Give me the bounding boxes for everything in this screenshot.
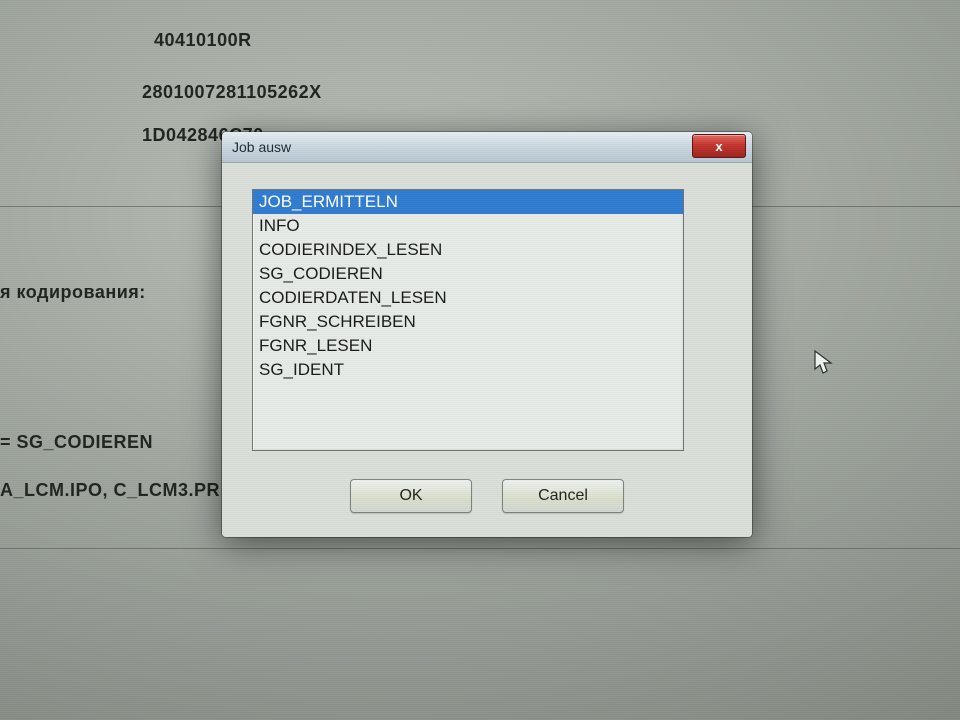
close-button[interactable]: x <box>692 134 746 158</box>
list-item[interactable]: JOB_ERMITTELN <box>253 190 683 214</box>
list-item[interactable]: SG_IDENT <box>253 358 683 382</box>
bg-value-1: 40410100R <box>154 30 252 51</box>
list-item[interactable]: INFO <box>253 214 683 238</box>
bg-file-line: A_LCM.IPO, C_LCM3.PR <box>0 480 220 501</box>
list-item[interactable]: FGNR_LESEN <box>253 334 683 358</box>
dialog-button-row: OK Cancel <box>252 479 722 519</box>
dialog-titlebar[interactable]: Job ausw x <box>222 132 752 163</box>
list-item[interactable]: CODIERDATEN_LESEN <box>253 286 683 310</box>
bg-value-2: 2801007281105262X <box>142 82 322 103</box>
job-listbox[interactable]: JOB_ERMITTELN INFO CODIERINDEX_LESEN SG_… <box>252 189 684 451</box>
bg-divider-2 <box>0 548 960 549</box>
bg-label-coding: я кодирования: <box>0 282 146 303</box>
cancel-button[interactable]: Cancel <box>502 479 624 513</box>
close-icon: x <box>715 139 722 154</box>
ok-button[interactable]: OK <box>350 479 472 513</box>
list-item[interactable]: FGNR_SCHREIBEN <box>253 310 683 334</box>
bg-eq-line: = SG_CODIEREN <box>0 432 153 453</box>
list-item[interactable]: CODIERINDEX_LESEN <box>253 238 683 262</box>
dialog-title: Job ausw <box>232 139 291 155</box>
job-select-dialog: Job ausw x JOB_ERMITTELN INFO CODIERINDE… <box>222 132 752 537</box>
dialog-body: JOB_ERMITTELN INFO CODIERINDEX_LESEN SG_… <box>222 163 752 537</box>
list-item[interactable]: SG_CODIEREN <box>253 262 683 286</box>
